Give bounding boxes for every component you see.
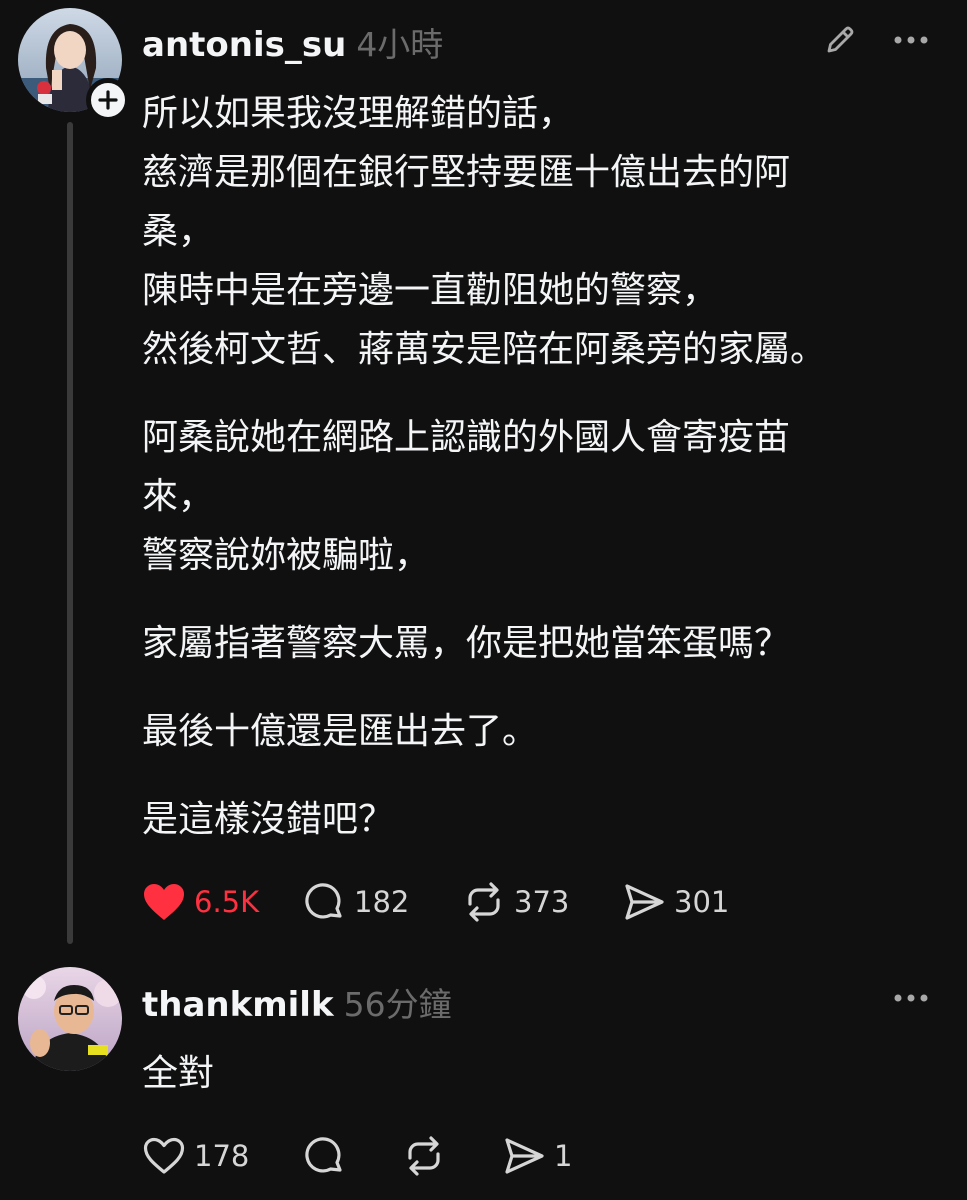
post-header: thankmilk 56分鐘 [142,978,452,1026]
comment-button[interactable]: 182 [302,880,462,924]
post-actions: 6.5K 182 373 301 [142,880,742,924]
like-button[interactable]: 178 [142,1136,302,1176]
thread-line [67,122,73,944]
username[interactable]: thankmilk [142,985,334,1025]
more-dots-icon [894,994,928,1002]
comment-icon [305,883,342,919]
follow-button[interactable] [86,78,130,122]
paragraph-5: 是這樣沒錯吧？ [142,799,395,840]
heart-icon [143,1137,185,1174]
reply-text: 全對 [142,1053,215,1094]
paragraph-1: 所以如果我沒理解錯的話， 慈濟是那個在銀行堅持要匯十億出去的阿 桑， 陳時中是在… [142,93,827,370]
like-count: 6.5K [194,885,260,919]
post-body: 所以如果我沒理解錯的話， 慈濟是那個在銀行堅持要匯十億出去的阿 桑， 陳時中是在… [142,84,922,849]
comment-icon [305,1137,342,1173]
comment-count: 182 [354,885,410,919]
post-body: 全對 [142,1044,922,1103]
timestamp: 56分鐘 [343,985,452,1024]
paragraph-3: 家屬指著警察大罵，你是把她當笨蛋嗎？ [142,623,791,664]
more-options-button[interactable] [886,18,936,62]
username[interactable]: antonis_su [142,25,346,65]
repost-button[interactable]: 373 [462,880,622,924]
send-icon [625,884,664,920]
send-icon [505,1138,544,1174]
comment-button[interactable] [302,1134,402,1178]
share-button[interactable]: 301 [622,880,742,924]
plus-icon [98,90,118,110]
more-dots-icon [894,36,928,44]
repost-icon [408,1136,440,1176]
paragraph-2: 阿桑說她在網路上認識的外國人會寄疫苗 來， 警察說妳被騙啦， [142,417,791,576]
repost-icon [468,882,500,922]
repost-button[interactable] [402,1134,502,1178]
timestamp: 4小時 [356,25,444,64]
share-count: 301 [674,885,730,919]
edit-button[interactable] [818,18,862,62]
post-header: antonis_su 4小時 [142,18,443,66]
like-button[interactable]: 6.5K [142,882,302,922]
post-actions: 178 1 [142,1134,602,1178]
share-button[interactable]: 1 [502,1134,602,1178]
more-options-button[interactable] [886,976,936,1020]
share-count: 1 [554,1139,573,1173]
repost-count: 373 [514,885,570,919]
pencil-icon [827,26,854,53]
like-count: 178 [194,1139,250,1173]
avatar-thankmilk[interactable] [18,967,122,1071]
heart-filled-icon [144,884,184,920]
paragraph-4: 最後十億還是匯出去了。 [142,711,539,752]
